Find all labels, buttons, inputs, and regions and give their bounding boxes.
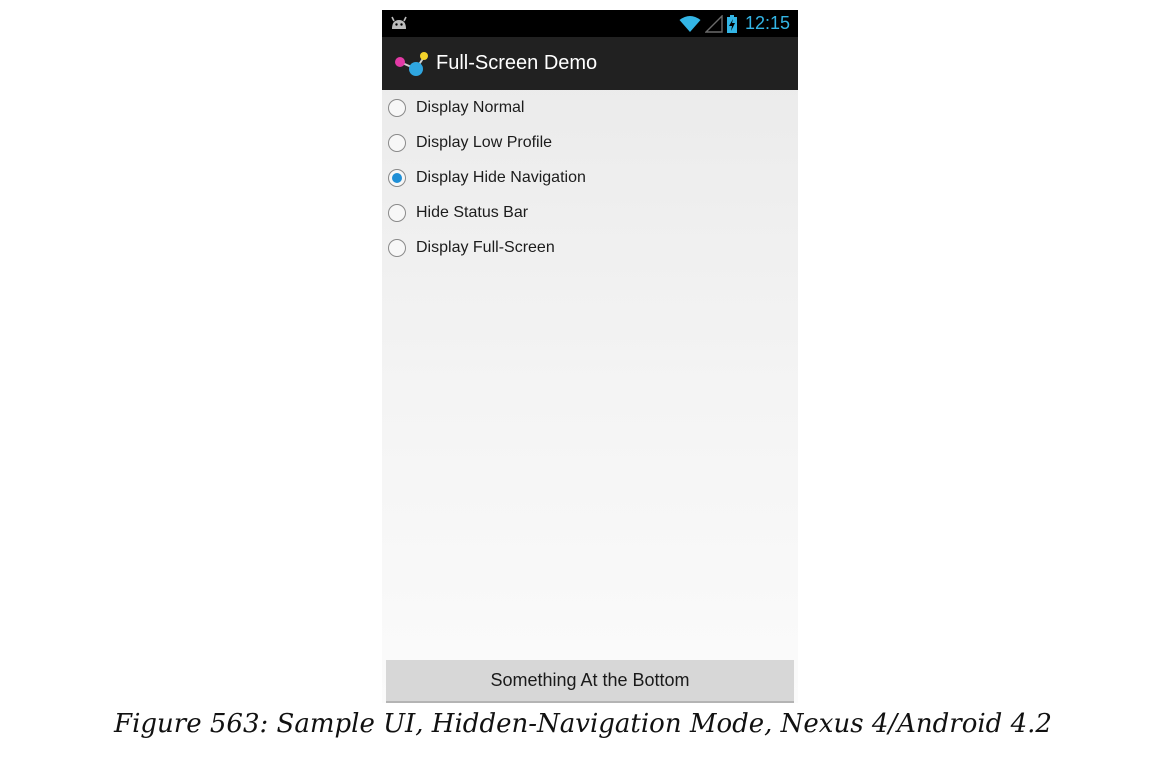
radio-display-hide-navigation[interactable]: Display Hide Navigation: [382, 160, 798, 195]
radio-label: Display Normal: [416, 98, 525, 116]
signal-icon: [704, 14, 723, 33]
radio-circle-icon[interactable]: [388, 238, 406, 257]
radio-circle-icon[interactable]: [388, 203, 406, 222]
android-notification-icon: [391, 16, 407, 29]
radio-display-normal[interactable]: Display Normal: [382, 90, 798, 125]
bottom-button[interactable]: Something At the Bottom: [386, 660, 794, 703]
radio-label: Display Hide Navigation: [416, 168, 586, 186]
action-bar: Full-Screen Demo: [382, 37, 798, 90]
radio-checked-icon[interactable]: [388, 168, 406, 187]
radio-circle-icon[interactable]: [388, 133, 406, 152]
radio-circle-icon[interactable]: [388, 98, 406, 117]
battery-charging-icon: [726, 14, 737, 33]
app-title: Full-Screen Demo: [436, 52, 598, 74]
figure-caption: Figure 563: Sample UI, Hidden-Navigation…: [114, 709, 1052, 739]
radio-label: Display Low Profile: [416, 133, 553, 151]
radio-label: Hide Status Bar: [416, 203, 529, 221]
radio-label: Display Full-Screen: [416, 238, 555, 256]
status-bar: 12:15: [382, 10, 798, 37]
app-molecule-icon[interactable]: [394, 49, 430, 79]
radio-hide-status-bar[interactable]: Hide Status Bar: [382, 195, 798, 230]
status-clock: 12:15: [744, 13, 790, 33]
status-icons: 12:15: [679, 12, 790, 35]
phone-screen: 12:15 Full-Screen Demo Display Normal Di…: [382, 10, 798, 703]
wifi-icon: [679, 15, 701, 32]
display-mode-radio-group: Display Normal Display Low Profile Displ…: [382, 90, 798, 265]
radio-display-low-profile[interactable]: Display Low Profile: [382, 125, 798, 160]
radio-display-full-screen[interactable]: Display Full-Screen: [382, 230, 798, 265]
